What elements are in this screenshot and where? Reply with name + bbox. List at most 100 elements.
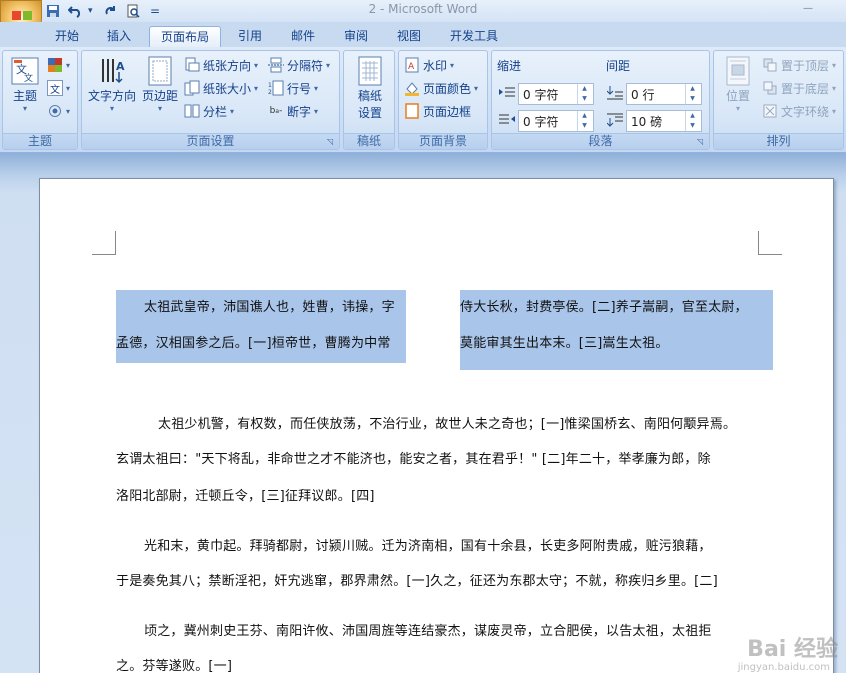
customize-qat-icon[interactable]: = <box>146 3 164 19</box>
text-direction-button[interactable]: A 文字方向 ▾ <box>86 55 138 113</box>
svg-text:2: 2 <box>268 89 272 96</box>
svg-text:A: A <box>408 62 415 72</box>
doc-p3-line1[interactable]: 光和末，黄巾起。拜骑都尉，讨颍川贼。迁为济南相，国有十余县，长吏多阿附贵戚，赃污… <box>144 535 712 554</box>
theme-colors-caret-icon: ▾ <box>66 60 71 70</box>
margins-dropdown-icon: ▾ <box>157 104 162 113</box>
indent-right-spinner[interactable]: ▲▼ <box>518 110 594 132</box>
tab-mailings[interactable]: 邮件 <box>283 26 323 48</box>
undo-icon[interactable] <box>66 3 84 19</box>
indent-left-up-icon[interactable]: ▲ <box>578 84 591 94</box>
tab-developer[interactable]: 开发工具 <box>444 26 504 48</box>
theme-fonts-button[interactable]: 文 ▾ <box>47 78 70 98</box>
page-setup-launcher-icon[interactable]: ◹ <box>327 137 336 146</box>
columns-caret-icon: ▾ <box>230 106 235 116</box>
doc-p4-line2[interactable]: 之。芬等遂败。[一] <box>116 655 232 673</box>
spacing-before-field[interactable] <box>627 85 685 103</box>
ribbon-tabs: 开始 插入 页面布局 引用 邮件 审阅 视图 开发工具 <box>0 22 846 48</box>
bring-to-front-button[interactable]: 置于顶层 ▾ <box>762 55 836 75</box>
indent-right-down-icon[interactable]: ▼ <box>578 121 591 131</box>
hyphenation-button[interactable]: b a - 断字 ▾ <box>268 101 318 121</box>
hyphenation-icon: ba- <box>269 106 283 116</box>
indent-right-field[interactable] <box>519 112 577 130</box>
indent-right-up-icon[interactable]: ▲ <box>578 111 591 121</box>
print-preview-icon[interactable] <box>124 3 142 19</box>
themes-button[interactable]: 文文 主题 ▾ <box>7 55 43 113</box>
tab-insert[interactable]: 插入 <box>99 26 139 48</box>
columns-icon <box>184 103 200 119</box>
svg-text:A: A <box>116 60 125 73</box>
indent-left-down-icon[interactable]: ▼ <box>578 94 591 104</box>
hyphenation-caret-icon: ▾ <box>314 106 319 116</box>
margins-label: 页边距 <box>141 89 178 103</box>
indent-left-spinner[interactable]: ▲▼ <box>518 83 594 105</box>
tab-home[interactable]: 开始 <box>47 26 87 48</box>
doc-col1-line2[interactable]: 孟德，汉相国参之后。[一]桓帝世，曹腾为中常 <box>116 332 391 351</box>
margin-corner-top-right <box>758 231 782 255</box>
breaks-button[interactable]: 分隔符 ▾ <box>268 55 330 75</box>
spacing-before-icon <box>607 85 623 101</box>
doc-p2-line2[interactable]: 玄谓太祖曰："天下将乱，非命世之才不能济也，能安之者，其在君乎！" [二]年二十… <box>116 448 711 467</box>
doc-p4-line1[interactable]: 顷之，冀州刺史王芬、南阳许攸、沛国周旌等连结豪杰，谋废灵帝，立合肥侯，以告太祖，… <box>144 620 712 639</box>
group-arrange-label: 排列 <box>714 133 843 149</box>
doc-col1-line1[interactable]: 太祖武皇帝，沛国谯人也，姓曹，讳操，字 <box>144 296 395 315</box>
doc-p2-line3[interactable]: 洛阳北部尉，迁顿丘令，[三]征拜议郎。[四] <box>116 485 375 504</box>
ribbon: 文文 主题 ▾ ▾ 文 ▾ ▾ 主题 A 文字方向 ▾ 页边距 ▾ 纸张方向 ▾… <box>0 47 846 153</box>
line-numbers-button[interactable]: 1 2 行号 ▾ <box>268 78 318 98</box>
group-paragraph-label: 段落 <box>492 133 709 149</box>
spacing-before-down-icon[interactable]: ▼ <box>686 94 699 104</box>
orientation-button[interactable]: 纸张方向 ▾ <box>184 55 258 75</box>
position-button[interactable]: 位置 ▾ <box>718 55 758 113</box>
document-page[interactable]: 太祖武皇帝，沛国谯人也，姓曹，讳操，字 孟德，汉相国参之后。[一]桓帝世，曹腾为… <box>39 178 834 673</box>
page-borders-button[interactable]: 页面边框 <box>404 101 471 121</box>
manuscript-label-2: 设置 <box>357 106 382 120</box>
size-button[interactable]: 纸张大小 ▾ <box>184 78 258 98</box>
tab-review[interactable]: 审阅 <box>336 26 376 48</box>
spacing-before-spinner[interactable]: ▲▼ <box>626 83 702 105</box>
breaks-caret-icon: ▾ <box>326 60 331 70</box>
theme-colors-button[interactable]: ▾ <box>47 55 70 75</box>
send-to-back-button[interactable]: 置于底层 ▾ <box>762 78 836 98</box>
paragraph-launcher-icon[interactable]: ◹ <box>697 137 706 146</box>
minimize-button[interactable]: — <box>800 3 816 17</box>
spacing-after-spinner[interactable]: ▲▼ <box>626 110 702 132</box>
position-label: 位置 <box>725 89 750 103</box>
line-numbers-caret-icon: ▾ <box>314 83 319 93</box>
watermark-button[interactable]: A 水印 ▾ <box>404 55 454 75</box>
baidu-watermark-url: jingyan.baidu.com <box>737 662 830 673</box>
tab-references[interactable]: 引用 <box>230 26 270 48</box>
text-direction-icon: A <box>96 55 128 87</box>
hyphenation-label: 断字 <box>287 104 312 119</box>
size-label: 纸张大小 <box>203 81 252 96</box>
doc-p2-line1[interactable]: 太祖少机警，有权数，而任侠放荡，不治行业，故世人未之奇也；[一]惟梁国桥玄、南阳… <box>158 413 736 432</box>
indent-left-field[interactable] <box>519 85 577 103</box>
tab-page-layout[interactable]: 页面布局 <box>149 26 221 48</box>
columns-button[interactable]: 分栏 ▾ <box>184 101 234 121</box>
margins-button[interactable]: 页边距 ▾ <box>140 55 180 113</box>
baidu-watermark: Bai 经验 <box>747 637 838 662</box>
theme-effects-button[interactable]: ▾ <box>47 101 70 121</box>
undo-dropdown-icon[interactable]: ▾ <box>88 6 98 16</box>
text-direction-label: 文字方向 <box>87 89 136 103</box>
group-page-setup: A 文字方向 ▾ 页边距 ▾ 纸张方向 ▾ 纸张大小 ▾ 分栏 ▾ 分隔符 ▾ 1 2 行号… <box>81 50 340 150</box>
spacing-after-down-icon[interactable]: ▼ <box>686 121 699 131</box>
spacing-after-field[interactable] <box>627 112 685 130</box>
watermark-caret-icon: ▾ <box>450 60 455 70</box>
manuscript-settings-button[interactable]: 稿纸 设置 <box>348 55 392 121</box>
text-wrapping-icon <box>762 103 778 119</box>
redo-icon[interactable] <box>102 3 120 19</box>
doc-p3-line2[interactable]: 于是奏免其八；禁断淫祀，奸宄逃窜，郡界肃然。[一]久之，征还为东郡太守；不就，称… <box>116 570 718 589</box>
doc-col2-line1[interactable]: 侍大长秋，封费亭侯。[二]养子嵩嗣，官至太尉， <box>460 296 748 315</box>
group-page-background: A 水印 ▾ 页面颜色 ▾ 页面边框 页面背景 <box>398 50 488 150</box>
spacing-after-up-icon[interactable]: ▲ <box>686 111 699 121</box>
bring-to-front-label: 置于顶层 <box>781 58 830 73</box>
themes-icon: 文文 <box>9 55 41 87</box>
spacing-before-up-icon[interactable]: ▲ <box>686 84 699 94</box>
page-color-button[interactable]: 页面颜色 ▾ <box>404 78 478 98</box>
svg-text:文: 文 <box>24 72 33 84</box>
orientation-icon <box>184 57 200 73</box>
text-wrapping-button[interactable]: 文字环绕 ▾ <box>762 101 836 121</box>
doc-col2-line2[interactable]: 莫能审其生出本末。[三]嵩生太祖。 <box>460 332 669 351</box>
save-icon[interactable] <box>44 3 62 19</box>
breaks-label: 分隔符 <box>287 58 324 73</box>
tab-view[interactable]: 视图 <box>389 26 429 48</box>
